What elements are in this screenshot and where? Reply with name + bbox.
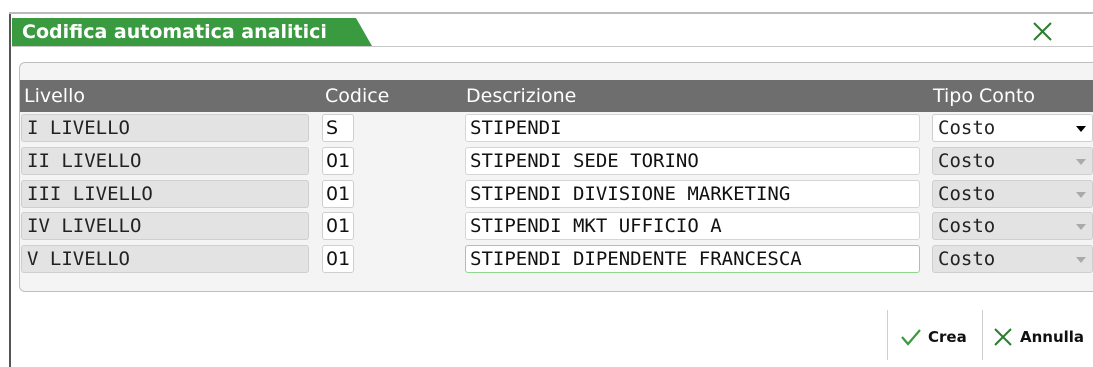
chevron-down-icon[interactable] bbox=[1076, 192, 1086, 198]
row-5-tipo-conto-select[interactable]: Costo bbox=[932, 245, 1093, 273]
grid-header: Livello Codice Descrizione Tipo Conto bbox=[20, 80, 1093, 112]
row-4-tipo-conto-value: Costo bbox=[938, 215, 996, 237]
header-codice: Codice bbox=[325, 85, 390, 107]
row-3-codice-field[interactable]: 01 bbox=[322, 180, 354, 208]
dialog-title: Codifica automatica analitici bbox=[12, 18, 372, 46]
close-button[interactable] bbox=[1028, 18, 1058, 46]
row-1-descrizione-field[interactable]: STIPENDI bbox=[465, 114, 920, 142]
annulla-button[interactable]: Annulla bbox=[992, 317, 1084, 357]
crea-label: Crea bbox=[928, 328, 967, 346]
row-4-descrizione-field[interactable]: STIPENDI MKT UFFICIO A bbox=[465, 212, 920, 240]
chevron-down-icon[interactable] bbox=[1076, 159, 1086, 165]
window-top-border bbox=[9, 12, 1093, 14]
row-2-codice-field[interactable]: 01 bbox=[322, 147, 354, 175]
crea-button[interactable]: Crea bbox=[900, 317, 967, 357]
chevron-down-icon[interactable] bbox=[1076, 257, 1086, 263]
row-5-tipo-conto-value: Costo bbox=[938, 248, 996, 270]
header-livello: Livello bbox=[24, 85, 85, 107]
row-1-tipo-conto-value: Costo bbox=[938, 117, 996, 139]
row-3-tipo-conto-select[interactable]: Costo bbox=[932, 180, 1093, 208]
row-2-livello: II LIVELLO bbox=[21, 147, 309, 175]
title-divider bbox=[12, 46, 1093, 47]
row-2-descrizione-field[interactable]: STIPENDI SEDE TORINO bbox=[465, 147, 920, 175]
header-tipo-conto: Tipo Conto bbox=[933, 85, 1036, 107]
row-4-codice-field[interactable]: 01 bbox=[322, 212, 354, 240]
x-icon bbox=[994, 328, 1012, 346]
row-1-tipo-conto-select[interactable]: Costo bbox=[932, 114, 1093, 142]
row-1-livello: I LIVELLO bbox=[21, 114, 309, 142]
row-2-tipo-conto-select[interactable]: Costo bbox=[932, 147, 1093, 175]
row-3-livello: III LIVELLO bbox=[21, 180, 309, 208]
header-descrizione: Descrizione bbox=[466, 85, 577, 107]
row-5-livello: V LIVELLO bbox=[21, 245, 309, 273]
row-4-tipo-conto-select[interactable]: Costo bbox=[932, 212, 1093, 240]
annulla-label: Annulla bbox=[1020, 328, 1085, 346]
row-1-codice-field[interactable]: S bbox=[322, 114, 354, 142]
window-left-border bbox=[9, 14, 11, 367]
checkmark-icon bbox=[901, 329, 921, 346]
footer-divider bbox=[887, 310, 888, 360]
chevron-down-icon[interactable] bbox=[1076, 126, 1086, 132]
footer-divider bbox=[982, 310, 983, 360]
close-x-icon bbox=[1033, 22, 1052, 41]
row-4-livello: IV LIVELLO bbox=[21, 212, 309, 240]
row-5-codice-field[interactable]: 01 bbox=[322, 245, 354, 273]
row-3-tipo-conto-value: Costo bbox=[938, 183, 996, 205]
row-2-tipo-conto-value: Costo bbox=[938, 150, 996, 172]
row-3-descrizione-field[interactable]: STIPENDI DIVISIONE MARKETING bbox=[465, 180, 920, 208]
chevron-down-icon[interactable] bbox=[1076, 224, 1086, 230]
row-5-descrizione-field[interactable]: STIPENDI DIPENDENTE FRANCESCA bbox=[465, 245, 920, 273]
